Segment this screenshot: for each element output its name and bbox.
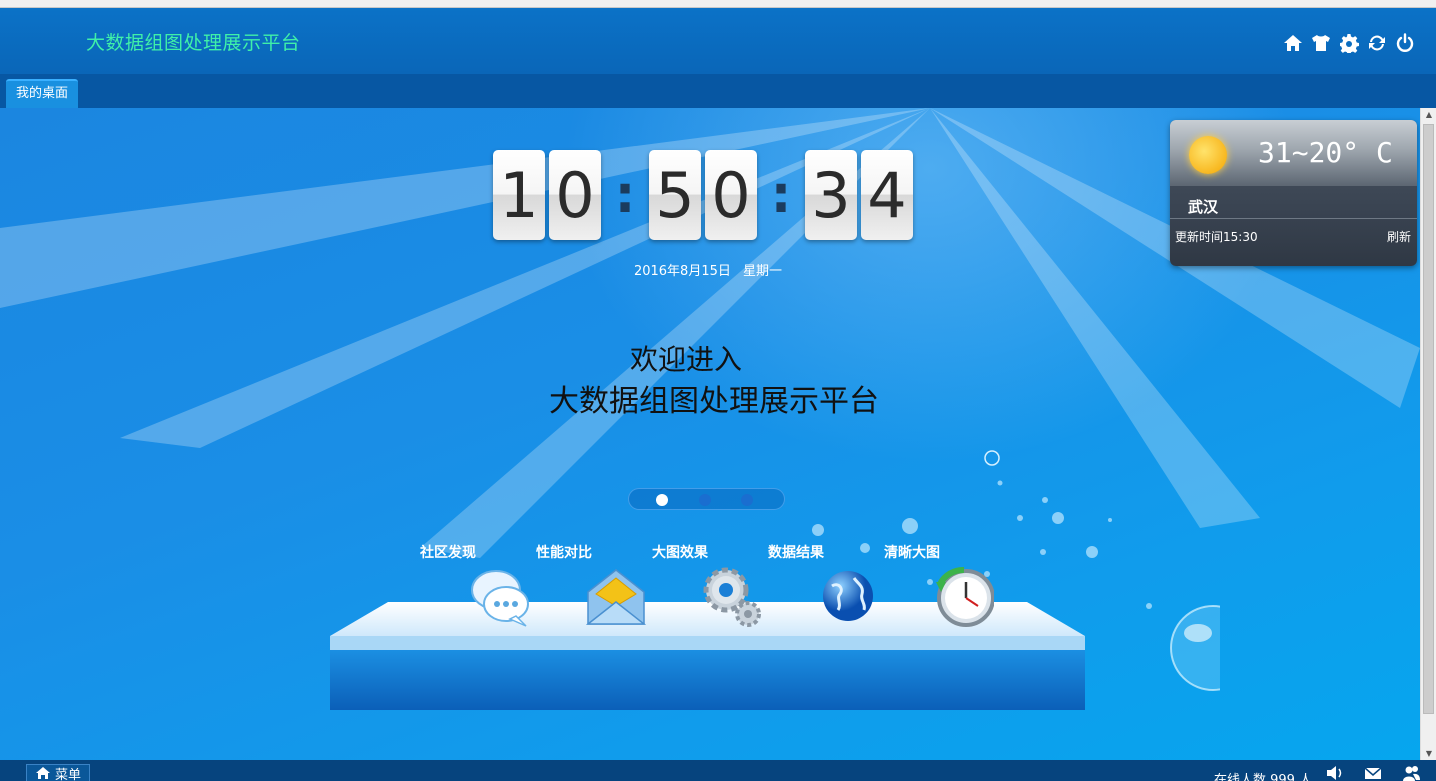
app-label: 社区发现 bbox=[420, 545, 476, 561]
weather-widget: 31~20° C 武汉 更新时间15:30 刷新 bbox=[1170, 120, 1417, 266]
weather-temperature: 31~20° C bbox=[1258, 136, 1393, 169]
users-icon[interactable] bbox=[1402, 765, 1420, 781]
page-dot[interactable] bbox=[741, 494, 753, 506]
clock-digit-minute-tens: 5 bbox=[649, 150, 701, 240]
shirt-icon[interactable] bbox=[1310, 32, 1332, 54]
decorative-bubbles bbox=[812, 450, 1220, 691]
page-dot[interactable] bbox=[656, 494, 668, 506]
desktop-area: 1 0 : 5 0 : 3 4 2016年8月15日 星期一 欢迎进入 大数据组… bbox=[0, 108, 1420, 760]
clock-separator: : bbox=[614, 165, 636, 225]
date-weekday: 星期一 bbox=[743, 264, 783, 279]
menu-label: 菜单 bbox=[55, 767, 82, 781]
power-icon[interactable] bbox=[1394, 32, 1416, 54]
home-icon[interactable] bbox=[1282, 32, 1304, 54]
welcome-line-2: 大数据组图处理展示平台 bbox=[549, 384, 879, 419]
online-count: 在线人数 999 人 bbox=[1214, 773, 1313, 781]
weather-refresh-link[interactable]: 刷新 bbox=[1387, 228, 1411, 245]
tab-my-desktop[interactable]: 我的桌面 bbox=[6, 79, 79, 108]
clock-digit-second-ones: 4 bbox=[861, 150, 913, 240]
gears-icon bbox=[703, 567, 761, 627]
weather-city: 武汉 bbox=[1188, 198, 1219, 216]
welcome-line-1: 欢迎进入 bbox=[630, 343, 743, 376]
envelope-icon bbox=[585, 569, 646, 625]
divider bbox=[1170, 218, 1417, 219]
chat-bubbles-icon bbox=[470, 570, 529, 627]
browser-top-strip bbox=[0, 0, 1436, 8]
clock-digit-minute-ones: 0 bbox=[705, 150, 757, 240]
flip-clock: 1 0 : 5 0 : 3 4 bbox=[493, 150, 917, 240]
scroll-down-arrow-icon[interactable]: ▼ bbox=[1424, 749, 1434, 758]
app-title: 大数据组图处理展示平台 bbox=[86, 32, 301, 54]
weather-updated-time: 更新时间15:30 bbox=[1175, 230, 1258, 244]
mail-icon[interactable] bbox=[1364, 765, 1382, 781]
clock-digit-hour-ones: 0 bbox=[549, 150, 601, 240]
tab-bar: 我的桌面 bbox=[0, 74, 1436, 108]
app-header: 大数据组图处理展示平台 bbox=[0, 8, 1436, 74]
taskbar-tray bbox=[1326, 765, 1420, 781]
vertical-scrollbar[interactable]: ▲ ▼ bbox=[1420, 108, 1436, 760]
volume-icon[interactable] bbox=[1326, 765, 1344, 781]
scrollbar-thumb[interactable] bbox=[1423, 124, 1434, 714]
header-toolbar bbox=[1282, 32, 1416, 54]
clock-separator: : bbox=[770, 165, 792, 225]
taskbar: 菜单 在线人数 999 人 bbox=[0, 760, 1436, 781]
page-indicator bbox=[628, 488, 785, 510]
clock-digit-second-tens: 3 bbox=[805, 150, 857, 240]
scroll-up-arrow-icon[interactable]: ▲ bbox=[1424, 110, 1434, 119]
page-dot[interactable] bbox=[699, 494, 711, 506]
clock-digit-hour-tens: 1 bbox=[493, 150, 545, 240]
app-label: 大图效果 bbox=[652, 545, 708, 561]
gear-icon[interactable] bbox=[1338, 32, 1360, 54]
app-label: 性能对比 bbox=[536, 545, 592, 561]
sun-icon bbox=[1189, 136, 1227, 174]
refresh-icon[interactable] bbox=[1366, 32, 1388, 54]
home-icon bbox=[36, 767, 50, 779]
menu-button[interactable]: 菜单 bbox=[26, 764, 91, 781]
date-day: 2016年8月15日 bbox=[633, 264, 731, 279]
